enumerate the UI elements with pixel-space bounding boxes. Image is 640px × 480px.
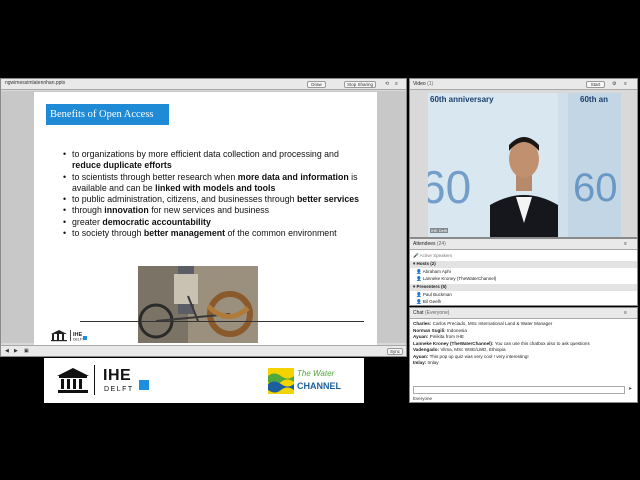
presentation-titlebar: ngwimessimlatennhan.pptx Draw Stop Shari… bbox=[1, 79, 406, 90]
video-titlebar: Video (1) Start ⚙ ≡ bbox=[410, 79, 637, 90]
banner-channel-text: CHANNEL bbox=[297, 381, 341, 391]
attendees-titlebar: Attendees (24) ≡ bbox=[410, 239, 637, 250]
attendee-row[interactable]: 👤 Lanneke Kroney (TheWaterChannel) bbox=[416, 276, 496, 282]
slide-divider bbox=[80, 321, 364, 322]
slide-bullet: to public administration, citizens, and … bbox=[63, 194, 368, 206]
presentation-pane: ngwimessimlatennhan.pptx Draw Stop Shari… bbox=[0, 78, 407, 357]
unesco-temple-icon bbox=[57, 368, 89, 393]
chat-message-list: Charles: Carlos Preciado, MSc Internatio… bbox=[410, 321, 637, 381]
slide-bullet: through innovation for new services and … bbox=[63, 205, 368, 217]
send-icon[interactable]: ➤ bbox=[628, 386, 632, 392]
menu-icon[interactable]: ≡ bbox=[395, 81, 398, 87]
active-speakers-row: 🎤 Active Speakers bbox=[413, 253, 453, 258]
chat-message: Ayuan: Pinikita from IHE bbox=[413, 334, 464, 339]
banner-the-water-text: The Water bbox=[297, 369, 335, 378]
chat-titlebar: Chat (Everyone) ≡ bbox=[410, 308, 637, 319]
chat-recipient-select[interactable]: Everyone bbox=[413, 396, 432, 401]
slide: Benefits of Open Access to organizations… bbox=[34, 92, 377, 346]
video-name-tag: IHE Delft bbox=[430, 228, 449, 233]
attendees-pane: Attendees (24) ≡ 🎤 Active Speakers ▾ Hos… bbox=[409, 238, 638, 306]
fullscreen-icon[interactable]: ▣ bbox=[24, 348, 29, 354]
hosts-header[interactable]: ▾ Hosts (2) bbox=[410, 261, 637, 268]
chat-input[interactable] bbox=[413, 386, 625, 394]
presentation-footer: ◀ ▶ ▣ Sync bbox=[1, 345, 406, 356]
svg-text:60: 60 bbox=[573, 166, 618, 210]
svg-text:60: 60 bbox=[428, 161, 471, 213]
video-feed: 60 60 60th anniversary 60th an IHE Delft bbox=[428, 93, 621, 237]
video-title: Video (1) bbox=[413, 81, 434, 87]
next-slide-icon[interactable]: ▶ bbox=[14, 348, 18, 354]
chat-message: Lanneke Kroney (TheWaterChannel): You ca… bbox=[413, 340, 590, 346]
chat-pane: Chat (Everyone) ≡ Charles: Carlos Precia… bbox=[409, 307, 638, 403]
slide-viewport: Benefits of Open Access to organizations… bbox=[1, 91, 406, 346]
presentation-file-name: ngwimessimlatennhan.pptx bbox=[5, 80, 66, 86]
slide-title: Benefits of Open Access bbox=[46, 104, 169, 125]
slide-bullet: greater democratic accountability bbox=[63, 217, 368, 229]
chat-message: Charles: Carlos Preciado, MSc Internatio… bbox=[413, 321, 553, 326]
start-video-button[interactable]: Start bbox=[586, 81, 605, 88]
chat-message: Imlay: Imlay bbox=[413, 360, 439, 365]
ihe-delft-logo: IHE DELFT bbox=[50, 328, 90, 342]
menu-icon[interactable]: ≡ bbox=[624, 81, 627, 87]
video-backdrop-text-2: 60th an bbox=[580, 95, 609, 104]
sync-button[interactable]: Sync bbox=[387, 348, 403, 355]
stop-sharing-button[interactable]: Stop Sharing bbox=[344, 81, 376, 88]
menu-icon[interactable]: ≡ bbox=[624, 241, 627, 247]
attendees-title: Attendees (24) bbox=[413, 241, 446, 247]
attendee-row[interactable]: 👤 Paul Buckman bbox=[416, 292, 452, 298]
sync-icon[interactable]: ⟲ bbox=[385, 81, 389, 87]
banner-delft-text: DELFT bbox=[104, 386, 134, 393]
slide-bullet: to society through better management of … bbox=[63, 228, 368, 240]
sponsor-banner: IHE DELFT The Water CHANNEL bbox=[44, 358, 364, 403]
chat-message: Norman Sugili: Indonesia bbox=[413, 327, 467, 333]
presenters-header[interactable]: ▾ Presenters (5) bbox=[410, 284, 637, 291]
slide-bullet: to scientists through better research wh… bbox=[63, 172, 368, 195]
video-pane: Video (1) Start ⚙ ≡ 60 60 60th anniversa… bbox=[409, 78, 638, 238]
banner-blue-square bbox=[139, 380, 149, 390]
attendee-row[interactable]: 👤 Abraham Aphi bbox=[416, 269, 451, 275]
draw-button[interactable]: Draw bbox=[307, 81, 326, 88]
banner-ihe-text: IHE bbox=[103, 367, 132, 384]
chat-title: Chat (Everyone) bbox=[413, 310, 450, 316]
attendee-row[interactable]: 👤 Bil Geelh bbox=[416, 299, 441, 305]
slide-bullet-list: to organizations by more efficient data … bbox=[63, 149, 368, 240]
video-backdrop-text: 60th anniversary bbox=[430, 95, 494, 104]
chat-message: Vadengado: Vilma, MSc WSE/LWD, Ethiopia bbox=[413, 347, 506, 352]
settings-icon[interactable]: ⚙ bbox=[612, 81, 616, 87]
slide-photo bbox=[138, 266, 258, 343]
banner-divider bbox=[94, 365, 95, 395]
water-channel-logo-icon bbox=[268, 368, 294, 394]
chat-message: Ayuan: This pop up quiz was very cool ! … bbox=[413, 353, 529, 359]
menu-icon[interactable]: ≡ bbox=[624, 310, 627, 316]
prev-slide-icon[interactable]: ◀ bbox=[5, 348, 9, 354]
slide-bullet: to organizations by more efficient data … bbox=[63, 149, 368, 172]
